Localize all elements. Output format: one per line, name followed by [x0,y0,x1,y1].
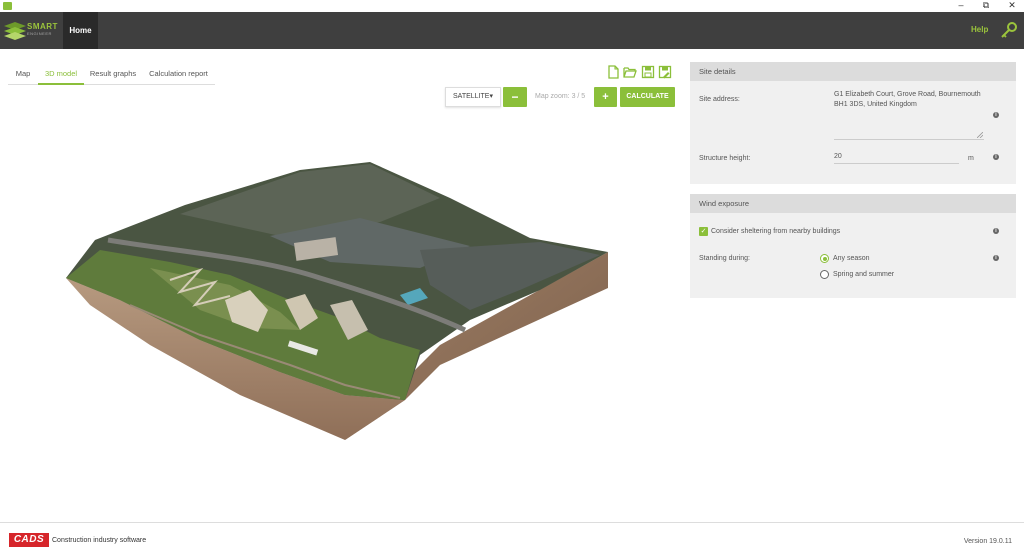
save-icon[interactable] [641,65,655,79]
close-button[interactable]: ✕ [1003,0,1021,12]
map-type-select[interactable]: SATELLITE▾ [445,87,501,107]
tab-3d-model[interactable]: 3D model [38,62,84,85]
zoom-out-button[interactable]: − [503,87,527,107]
logo-text: SMART ENGINEER [27,23,58,37]
tab-result-graphs[interactable]: Result graphs [84,62,142,85]
site-address-label: Site address: [699,96,740,103]
radio-any-season[interactable] [820,254,829,263]
wind-exposure-title: Wind exposure [690,194,1016,213]
standing-during-label: Standing during: [699,255,750,262]
app-icon [3,2,12,10]
tab-calculation-report[interactable]: Calculation report [142,62,215,85]
standing-during-info-icon[interactable]: i [993,255,999,261]
site-details-title: Site details [690,62,1016,81]
calculate-button[interactable]: CALCULATE [620,87,675,107]
zoom-in-button[interactable]: + [594,87,617,107]
radio-spring-summer[interactable] [820,270,829,279]
new-file-icon[interactable] [606,65,620,79]
cads-tagline: Construction industry software [52,537,147,544]
sheltering-label: Consider sheltering from nearby building… [711,228,841,235]
view-tabs: Map 3D model Result graphs Calculation r… [8,62,215,85]
key-icon[interactable] [1000,21,1018,39]
site-details-panel: Site details Site address: G1 Elizabeth … [690,62,1016,184]
structure-height-unit: m [968,155,974,162]
3d-terrain-model[interactable] [0,110,680,470]
logo-text-smart: SMART [27,22,58,31]
spring-summer-label: Spring and summer [833,271,895,278]
zoom-level-label: Map zoom: 3 / 5 [535,93,586,100]
logo-text-engineer: ENGINEER [27,31,52,36]
site-address-field[interactable] [834,139,984,140]
app-header: SMART ENGINEER Home Help [0,12,1024,49]
sheltering-checkbox[interactable]: ✓ [699,227,708,236]
tab-map[interactable]: Map [8,62,38,85]
site-address-info-icon[interactable]: i [993,112,999,118]
cads-logo: CADS [9,533,49,547]
site-address-line2[interactable]: BH1 3DS, United Kingdom [834,100,917,110]
footer: CADS Construction industry software Vers… [0,522,1024,555]
open-folder-icon[interactable] [623,65,637,79]
minimize-button[interactable]: – [952,0,970,12]
structure-height-input[interactable]: 20 [834,152,842,162]
version-label: Version 19.0.11 [963,538,1012,545]
save-as-icon[interactable] [658,65,672,79]
home-tab[interactable]: Home [63,12,98,49]
any-season-label: Any season [833,255,870,262]
sheltering-info-icon[interactable]: i [993,228,999,234]
structure-height-label: Structure height: [699,155,751,162]
site-address-line1[interactable]: G1 Elizabeth Court, Grove Road, Bournemo… [834,90,981,100]
help-link[interactable]: Help [971,25,988,34]
structure-height-field[interactable] [834,163,959,164]
structure-height-info-icon[interactable]: i [993,154,999,160]
wind-exposure-panel: Wind exposure ✓ Consider sheltering from… [690,194,1016,298]
restore-button[interactable]: ⧉ [977,0,995,12]
window-title-bar: – ⧉ ✕ [0,0,1024,12]
resize-handle-icon[interactable] [977,132,983,138]
